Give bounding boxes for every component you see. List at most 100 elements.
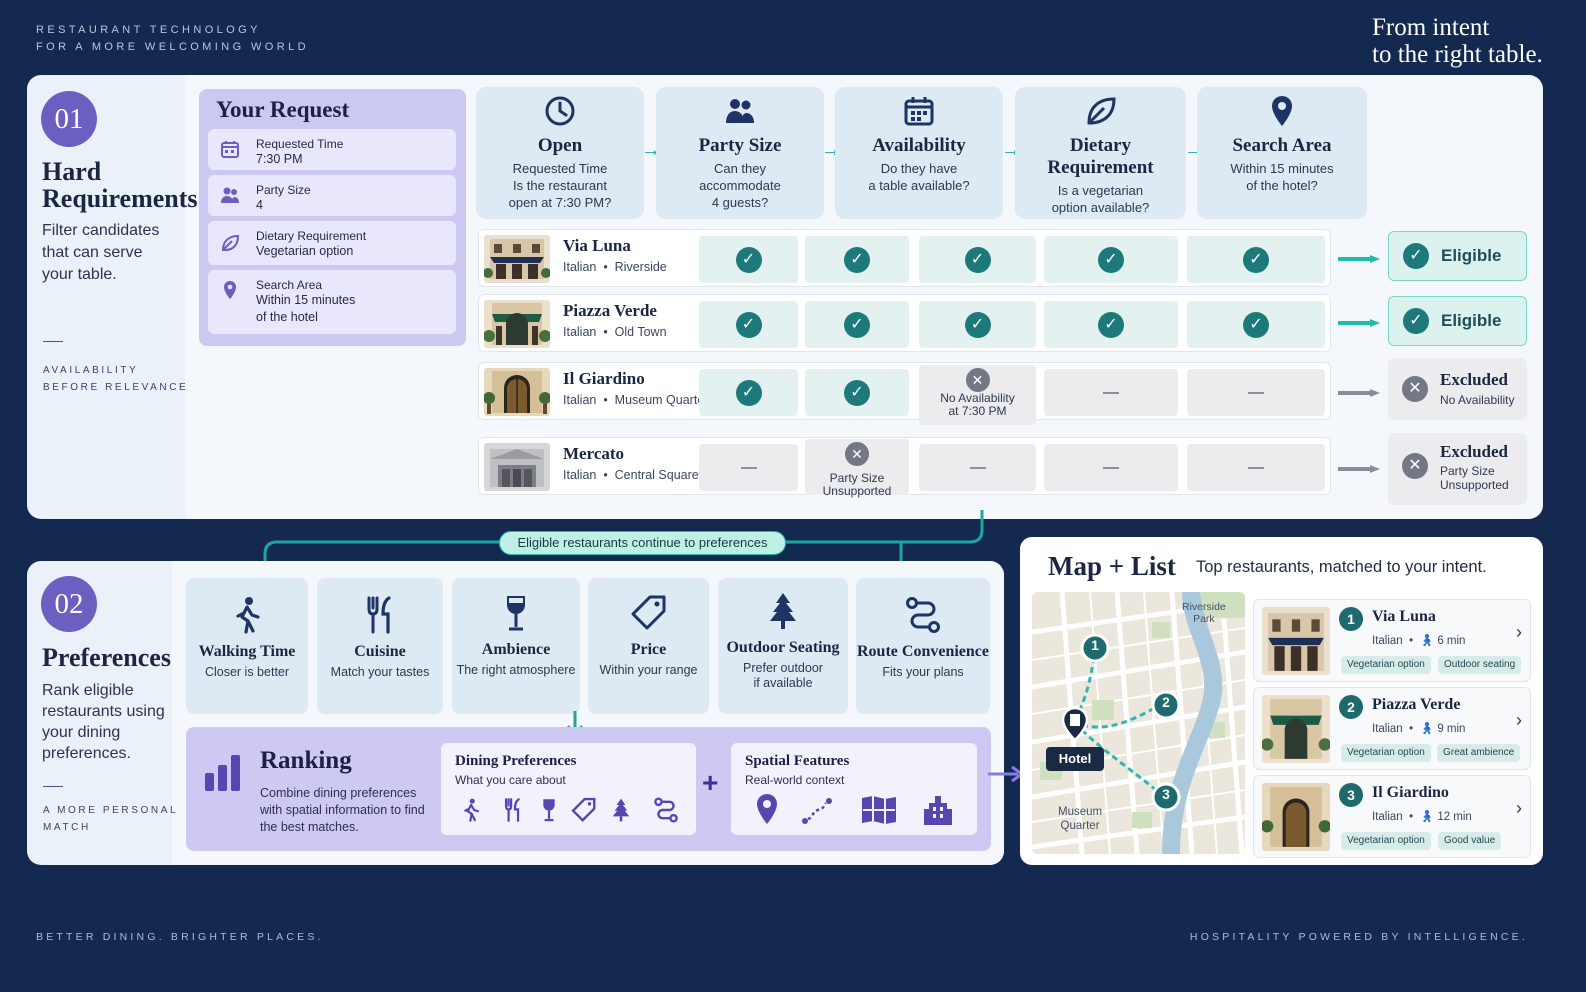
section-number-01: 01 — [41, 91, 97, 147]
check-icon: ✓ — [735, 246, 762, 273]
check-icon: ✓ — [1403, 243, 1429, 269]
request-item-area[interactable]: Search Area Within 15 minutes of the hote… — [208, 270, 456, 334]
map-label-riverside: Riverside Park — [1182, 601, 1226, 625]
map-view[interactable]: 1 2 3 Hotel Riverside Park Museum Quarter — [1032, 592, 1245, 854]
result-name: Il Giardino — [1372, 784, 1449, 801]
chevron-right-icon[interactable]: › — [1516, 798, 1522, 819]
skipped-cell — [699, 444, 798, 491]
rank-badge: 2 — [1339, 695, 1363, 719]
restaurant-row-via-luna[interactable]: Via Luna Italian • Riverside ✓ ✓ ✓ ✓ ✓ — [478, 229, 1331, 287]
check-icon: ✓ — [1098, 311, 1124, 338]
restaurant-name: Piazza Verde — [563, 301, 657, 320]
result-item-1[interactable]: 1 Via Luna Italian • 🚶︎ 6 min › Vegetari… — [1253, 599, 1531, 682]
leaf-icon — [1086, 97, 1116, 125]
result-item-2[interactable]: 2 Piazza Verde Italian • 🚶︎ 9 min › Vege… — [1253, 687, 1531, 770]
arrow-right-icon — [1338, 465, 1380, 473]
restaurant-photo — [1262, 783, 1330, 851]
result-name: Piazza Verde — [1372, 696, 1461, 713]
fail-cell: ✕ Party Size Unsupported — [805, 439, 909, 498]
check-cell: ✓ — [1187, 301, 1325, 348]
check-cell: ✓ — [805, 236, 909, 283]
section-caption: A MORE PERSONAL MATCH — [43, 805, 179, 833]
hotel-marker[interactable]: Hotel — [1046, 751, 1104, 766]
feature-tag: Vegetarian option — [1341, 744, 1431, 762]
walking-person-icon — [464, 798, 480, 822]
check-icon: ✓ — [964, 246, 991, 273]
chevron-right-icon[interactable]: › — [1516, 710, 1522, 731]
ranking-panel: Ranking Combine dining preferences with s… — [186, 727, 991, 851]
pref-outdoor-seating: Outdoor Seating Prefer outdoor if availab… — [718, 578, 848, 714]
plus-icon: + — [702, 767, 719, 798]
arrow-right-icon — [1338, 389, 1380, 397]
restaurant-row-mercato[interactable]: Mercato Italian • Central Square ✕ Party… — [478, 437, 1331, 498]
price-tag-icon — [571, 797, 596, 822]
route-icon — [654, 797, 678, 823]
ranking-description: Combine dining preferences with spatial i… — [260, 786, 425, 834]
request-item-time[interactable]: Requested Time 7:30 PM — [208, 129, 456, 170]
fork-knife-icon — [504, 798, 520, 822]
map-icon — [862, 796, 896, 824]
result-meta: Italian • 🚶︎ 12 min — [1372, 811, 1472, 823]
status-badge-eligible: ✓ Eligible — [1388, 231, 1527, 281]
map-pin-3[interactable]: 3 — [1161, 786, 1171, 802]
check-icon: ✓ — [1243, 311, 1269, 338]
restaurant-photo — [1262, 695, 1330, 763]
feature-tag: Good value — [1438, 832, 1502, 850]
feature-tag: Outdoor seating — [1438, 656, 1522, 674]
request-item-dietary[interactable]: Dietary Requirement Vegetarian option — [208, 221, 456, 265]
map-pin-1[interactable]: 1 — [1090, 637, 1100, 653]
restaurant-row-piazza-verde[interactable]: Piazza Verde Italian • Old Town ✓ ✓ ✓ ✓ … — [478, 294, 1331, 352]
status-badge-excluded: ✕ Excluded No Availability — [1388, 358, 1527, 420]
request-label: Search Area — [256, 278, 323, 292]
check-cell: ✓ — [699, 369, 798, 416]
result-item-3[interactable]: 3 Il Giardino Italian • 🚶︎ 12 min › Vege… — [1253, 775, 1531, 858]
wine-glass-icon — [507, 596, 525, 631]
request-item-party[interactable]: Party Size 4 — [208, 175, 456, 216]
tagline: From intent to the right table. — [1372, 14, 1543, 68]
skipped-cell — [1187, 369, 1325, 416]
map-label-museum: Museum Quarter — [1058, 806, 1103, 832]
pref-ambience: Ambience The right atmosphere — [452, 578, 580, 714]
criteria-party-size: Party Size Can they accommodate 4 guests? — [656, 87, 824, 219]
check-cell: ✓ — [919, 301, 1036, 348]
dash-icon — [1248, 391, 1264, 394]
restaurant-photo — [484, 235, 550, 283]
section-title: Hard Requirements — [42, 157, 198, 213]
check-icon: ✓ — [844, 246, 870, 273]
header-caption: RESTAURANT TECHNOLOGY FOR A MORE WELCOMI… — [36, 24, 309, 53]
restaurant-photo — [484, 368, 550, 416]
restaurant-photo — [1262, 607, 1330, 675]
request-label: Party Size — [256, 183, 311, 197]
check-cell: ✓ — [1187, 236, 1325, 283]
request-label: Requested Time — [256, 137, 344, 151]
restaurant-meta: Italian • Riverside — [563, 260, 667, 274]
result-name: Via Luna — [1372, 608, 1436, 625]
dash-icon — [1103, 466, 1119, 469]
skipped-cell — [1044, 444, 1178, 491]
pref-price: Price Within your range — [588, 578, 709, 714]
location-pin-icon — [757, 794, 777, 824]
walking-person-icon — [236, 597, 260, 634]
route-icon — [906, 597, 940, 633]
request-label: Dietary Requirement — [256, 229, 367, 243]
check-icon: ✓ — [1098, 246, 1124, 273]
walking-icon: 🚶︎ — [1419, 723, 1435, 735]
x-icon: ✕ — [965, 368, 990, 392]
pref-walking-time: Walking Time Closer is better — [186, 578, 308, 714]
dash-icon — [1103, 391, 1119, 394]
dash-icon — [969, 466, 986, 469]
map-pin-2[interactable]: 2 — [1161, 694, 1171, 710]
criteria-open: Open Requested Time Is the restaurant open… — [476, 87, 644, 219]
check-icon: ✓ — [735, 379, 762, 406]
rank-badge: 3 — [1339, 783, 1363, 807]
dining-preferences-card: Dining Preferences What you care about — [441, 743, 696, 835]
check-cell: ✓ — [699, 236, 798, 283]
tree-icon — [612, 798, 630, 822]
section-description: Rank eligible restaurants using your din… — [42, 682, 165, 762]
chevron-right-icon[interactable]: › — [1516, 622, 1522, 643]
divider — [43, 786, 63, 787]
restaurant-row-il-giardino[interactable]: Il Giardino Italian • Museum Quarter ✓ ✓… — [478, 362, 1331, 425]
restaurant-photo — [484, 443, 550, 491]
feature-tag: Vegetarian option — [1341, 656, 1431, 674]
rank-badge: 1 — [1339, 607, 1363, 631]
